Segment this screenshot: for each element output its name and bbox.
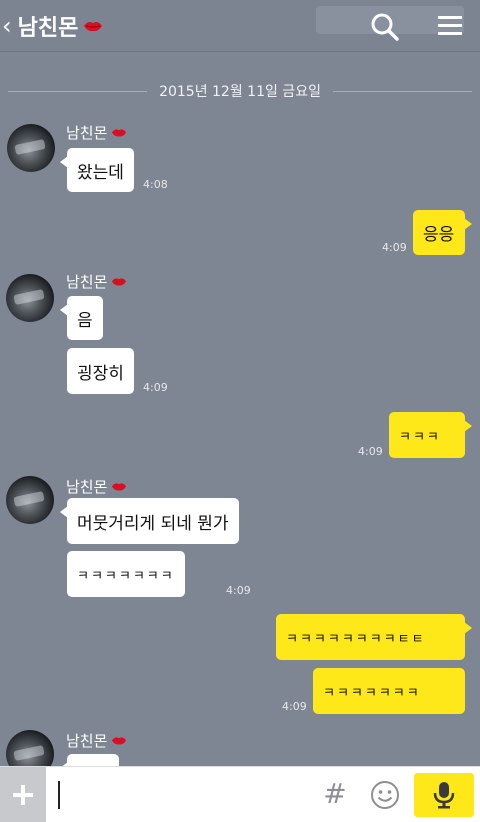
lips-icon [112, 129, 127, 137]
plus-button[interactable] [0, 767, 46, 822]
sender-name: 남친몬 [66, 732, 108, 750]
text-caret [58, 781, 60, 809]
sender-name: 남친몬 [66, 124, 108, 142]
date-separator: 2015년 12월 11일 금요일 [0, 80, 480, 102]
message-time: 4:09 [226, 584, 251, 597]
message-text: 왔는데 [77, 162, 124, 183]
chat-header: ‹ 남친몬 [0, 0, 480, 52]
hashtag-button[interactable]: # [322, 779, 348, 809]
message-bubble[interactable]: 머뭇거리게 되네 뭔가 [60, 498, 239, 544]
my-message-bubble[interactable]: ㅋㅋㅋㅋㅋㅋㅋㅋㅌㅌ [276, 614, 472, 660]
chat-title: 남친몬 [17, 16, 79, 41]
chat-area[interactable]: 2015년 12월 11일 금요일 남친몬 왔는데 4:08 4:09 응응 남… [0, 52, 480, 766]
my-message-bubble[interactable]: 응응 [413, 210, 472, 255]
input-bar: # [0, 766, 480, 822]
microphone-icon [433, 782, 455, 809]
sender-label: 남친몬 [66, 122, 127, 143]
sender-label: 남친몬 [66, 271, 127, 292]
sender-name: 남친몬 [66, 478, 108, 496]
message-bubble[interactable] [60, 754, 119, 766]
back-button[interactable]: ‹ 남친몬 [2, 8, 122, 44]
message-bubble[interactable]: 굉장히 [67, 348, 134, 394]
avatar[interactable] [6, 730, 54, 766]
message-time: 4:09 [382, 241, 407, 254]
chevron-left-icon: ‹ [2, 12, 12, 40]
sender-name: 남친몬 [66, 273, 108, 291]
message-input[interactable] [54, 775, 314, 815]
divider [8, 90, 148, 92]
message-bubble[interactable]: ㅋㅋㅋㅋㅋㅋㅋ [67, 551, 185, 597]
menu-icon[interactable] [436, 12, 464, 40]
avatar[interactable] [6, 476, 54, 524]
message-time: 4:08 [143, 178, 168, 191]
lips-icon [112, 483, 127, 491]
message-text: 응응 [423, 225, 455, 245]
my-message-bubble[interactable]: ㅋㅋㅋ [389, 412, 472, 458]
message-time: 4:09 [358, 445, 383, 458]
plus-icon [13, 785, 33, 805]
avatar[interactable] [6, 274, 54, 322]
message-text: ㅋㅋㅋ [399, 429, 441, 445]
search-icon[interactable] [370, 12, 400, 42]
message-text: ㅋㅋㅋㅋㅋㅋㅋ [323, 685, 421, 701]
sender-label: 남친몬 [66, 730, 127, 751]
avatar[interactable] [7, 124, 55, 172]
message-text: 굉장히 [77, 363, 124, 384]
message-text: ㅋㅋㅋㅋㅋㅋㅋ [77, 568, 175, 584]
message-time: 4:09 [282, 700, 307, 713]
my-message-bubble[interactable]: ㅋㅋㅋㅋㅋㅋㅋ [313, 668, 465, 714]
mic-button[interactable] [414, 773, 474, 817]
message-text: 머뭇거리게 되네 뭔가 [77, 513, 229, 534]
date-label: 2015년 12월 11일 금요일 [159, 84, 321, 100]
message-bubble[interactable]: 왔는데 [60, 148, 134, 192]
lips-icon [84, 22, 103, 32]
lips-icon [112, 737, 127, 745]
message-time: 4:09 [143, 381, 168, 394]
message-bubble[interactable]: 음 [60, 296, 103, 340]
smiley-icon[interactable] [369, 779, 401, 811]
message-text: ㅋㅋㅋㅋㅋㅋㅋㅋㅌㅌ [286, 631, 426, 647]
lips-icon [112, 278, 127, 286]
message-text: 음 [77, 310, 93, 331]
divider [332, 90, 473, 92]
sender-label: 남친몬 [66, 476, 127, 497]
